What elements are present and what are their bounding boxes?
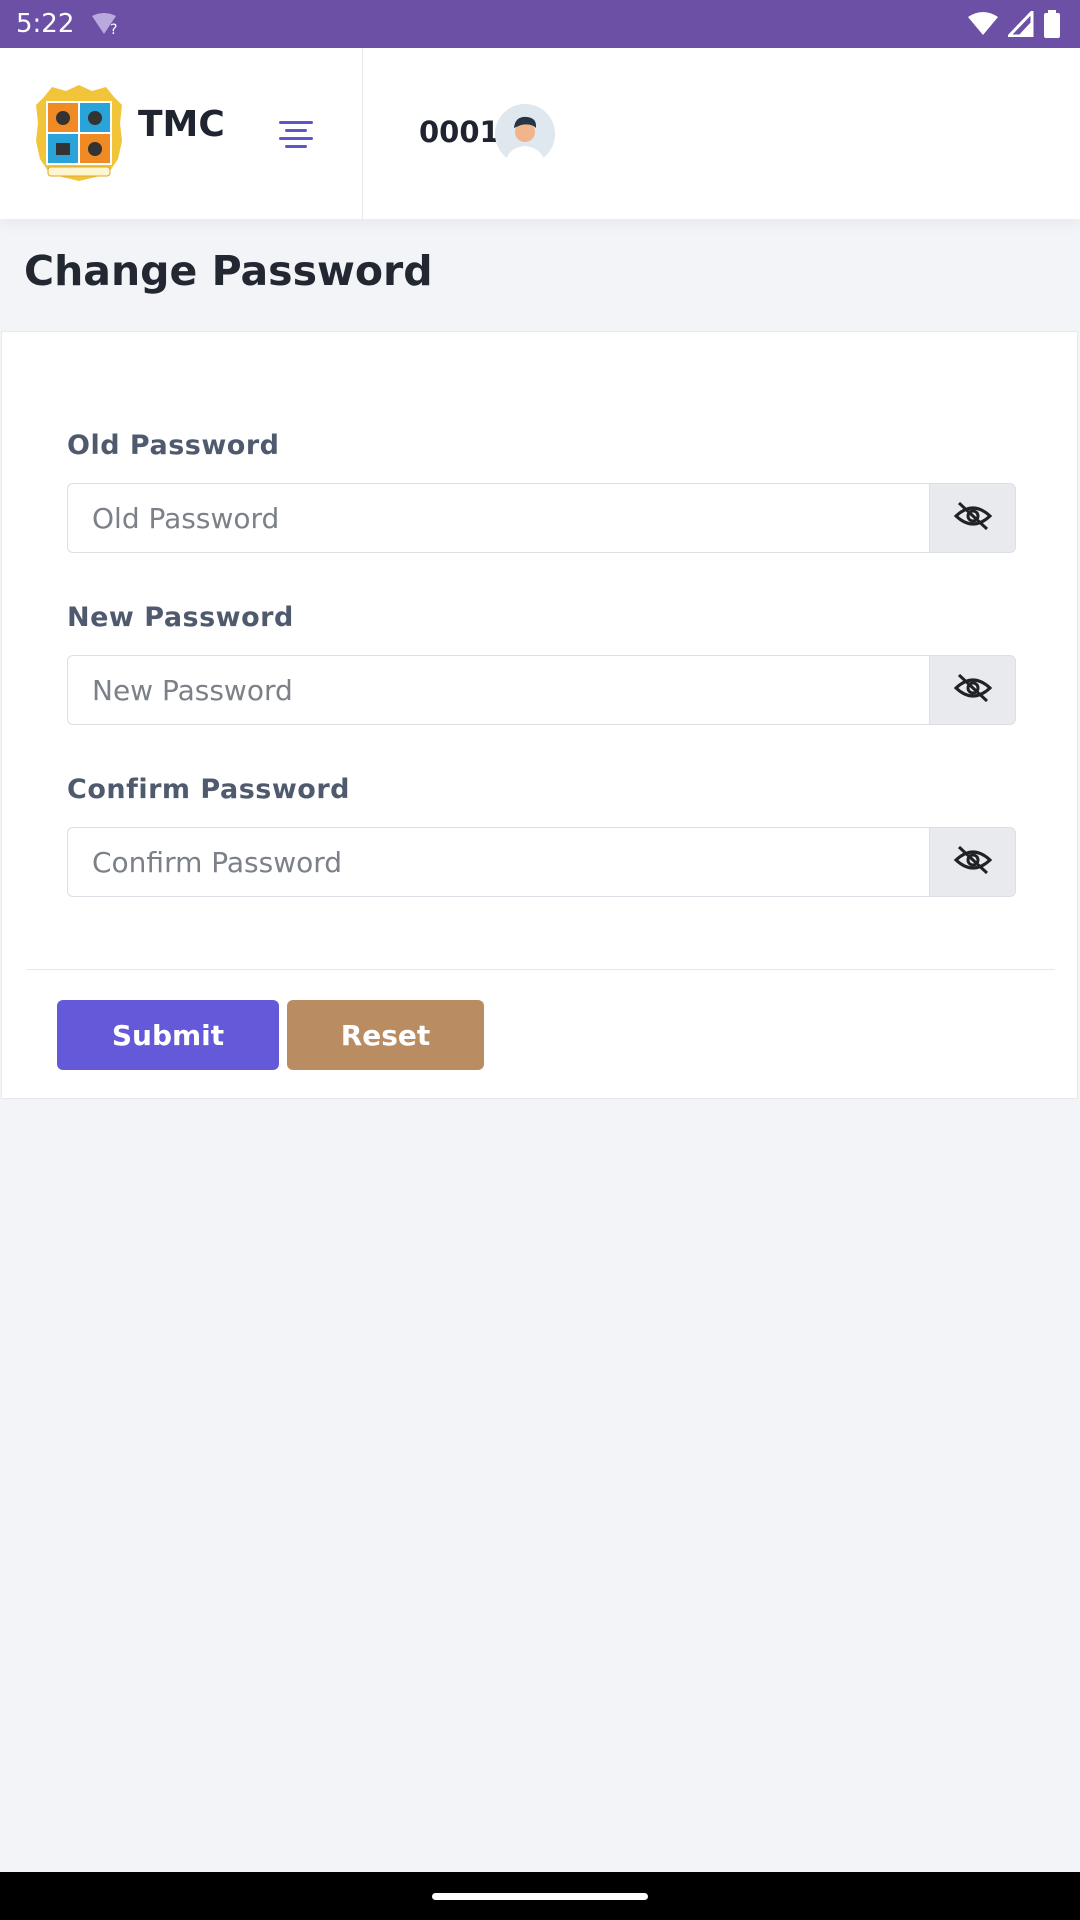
user-id[interactable]: 0001 [419,115,500,149]
eye-off-icon [953,844,993,880]
confirm-password-label: Confirm Password [67,774,350,805]
home-gesture-handle[interactable] [432,1893,648,1900]
new-password-group [67,655,1016,725]
eye-off-icon [953,500,993,536]
submit-button[interactable]: Submit [57,1000,279,1070]
old-password-input[interactable] [67,483,929,553]
brand-title: TMC [138,104,225,145]
old-password-group [67,483,1016,553]
system-nav-bar [0,1872,1080,1920]
card-divider [26,969,1055,970]
app-header: TMC 0001 [0,48,1080,219]
confirm-password-group [67,827,1016,897]
eye-off-icon [953,672,993,708]
avatar[interactable] [495,104,555,164]
reset-button[interactable]: Reset [287,1000,484,1070]
wifi-question-icon: ? [90,12,124,40]
confirm-password-visibility-toggle[interactable] [929,827,1016,897]
change-password-card: Old Password New Password Confirm Passwo… [1,331,1078,1099]
confirm-password-input[interactable] [67,827,929,897]
wifi-icon [968,11,998,41]
battery-icon [1044,10,1060,42]
new-password-visibility-toggle[interactable] [929,655,1016,725]
cell-signal-icon [1005,8,1034,41]
old-password-visibility-toggle[interactable] [929,483,1016,553]
new-password-input[interactable] [67,655,929,725]
menu-lines-icon[interactable] [277,118,315,152]
status-bar: 5:22 ? [0,0,1080,48]
tmc-logo-icon[interactable] [34,83,124,183]
status-icons [968,8,1060,42]
wifi-hint: ? [110,22,117,36]
page-title: Change Password [24,247,433,295]
new-password-label: New Password [67,602,294,633]
header-divider [362,48,363,219]
old-password-label: Old Password [67,430,280,461]
status-time: 5:22 [16,9,75,39]
